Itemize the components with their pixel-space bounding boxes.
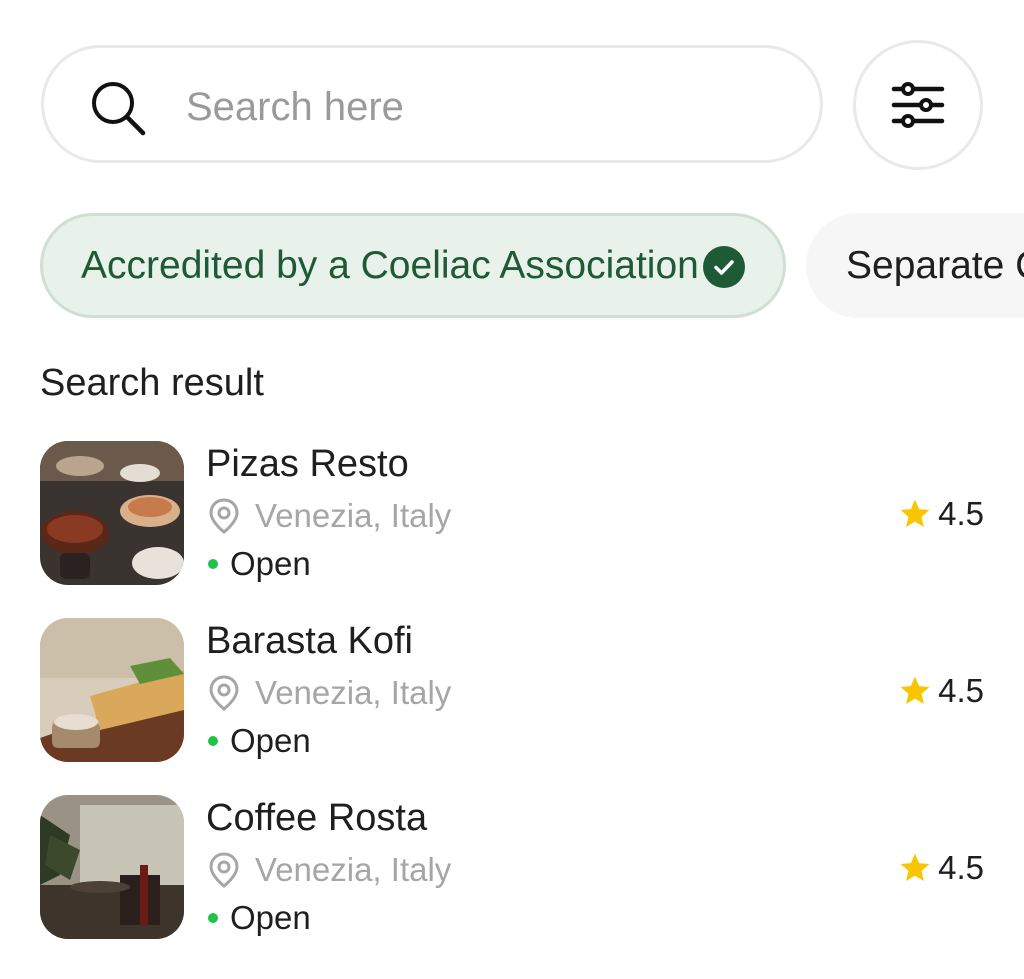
location-text: Venezia, Italy <box>255 497 452 534</box>
star-icon <box>900 676 930 705</box>
restaurant-location: Venezia, Italy <box>208 851 451 889</box>
filter-chip-coeliac-accredited[interactable]: Accredited by a Coeliac Association <box>40 213 786 318</box>
restaurant-location: Venezia, Italy <box>208 674 451 712</box>
star-icon <box>900 499 930 528</box>
sliders-icon <box>891 82 945 128</box>
map-pin-icon <box>209 498 239 534</box>
open-status: Open <box>206 722 311 760</box>
restaurant-thumbnail <box>40 618 184 762</box>
filter-button[interactable] <box>853 40 983 170</box>
result-item[interactable]: Coffee Rosta Venezia, Italy Open 4.5 <box>40 795 984 939</box>
status-text: Open <box>230 545 311 582</box>
restaurant-thumbnail <box>40 441 184 585</box>
map-pin-icon <box>209 675 239 711</box>
rating-value: 4.5 <box>938 495 984 532</box>
result-item[interactable]: Barasta Kofi Venezia, Italy Open 4.5 <box>40 618 984 762</box>
search-bar[interactable] <box>41 45 823 163</box>
rating: 4.5 <box>898 849 984 887</box>
status-text: Open <box>230 722 311 759</box>
search-input[interactable] <box>184 74 788 140</box>
star-icon <box>900 853 930 882</box>
restaurant-name: Pizas Resto <box>206 443 409 485</box>
result-item[interactable]: Pizas Resto Venezia, Italy Open 4.5 <box>40 441 984 585</box>
restaurant-name: Coffee Rosta <box>206 797 428 839</box>
status-dot <box>208 913 218 923</box>
rating-value: 4.5 <box>938 672 984 709</box>
restaurant-location: Venezia, Italy <box>208 497 451 535</box>
section-title: Search result <box>40 362 264 404</box>
restaurant-name: Barasta Kofi <box>206 620 413 662</box>
rating: 4.5 <box>898 495 984 533</box>
status-dot <box>208 736 218 746</box>
filter-chip-separate[interactable]: Separate C <box>806 213 1024 318</box>
open-status: Open <box>206 545 311 583</box>
check-circle-icon <box>703 246 745 288</box>
map-pin-icon <box>209 852 239 888</box>
location-text: Venezia, Italy <box>255 851 452 888</box>
rating-value: 4.5 <box>938 849 984 886</box>
rating: 4.5 <box>898 672 984 710</box>
filter-chip-label: Separate C <box>846 243 1024 287</box>
open-status: Open <box>206 899 311 937</box>
status-dot <box>208 559 218 569</box>
search-results-screen: Accredited by a Coeliac Association Sepa… <box>0 0 1024 979</box>
restaurant-thumbnail <box>40 795 184 939</box>
search-icon <box>92 82 146 136</box>
status-text: Open <box>230 899 311 936</box>
filter-chip-label: Accredited by a Coeliac Association <box>81 243 699 287</box>
location-text: Venezia, Italy <box>255 674 452 711</box>
